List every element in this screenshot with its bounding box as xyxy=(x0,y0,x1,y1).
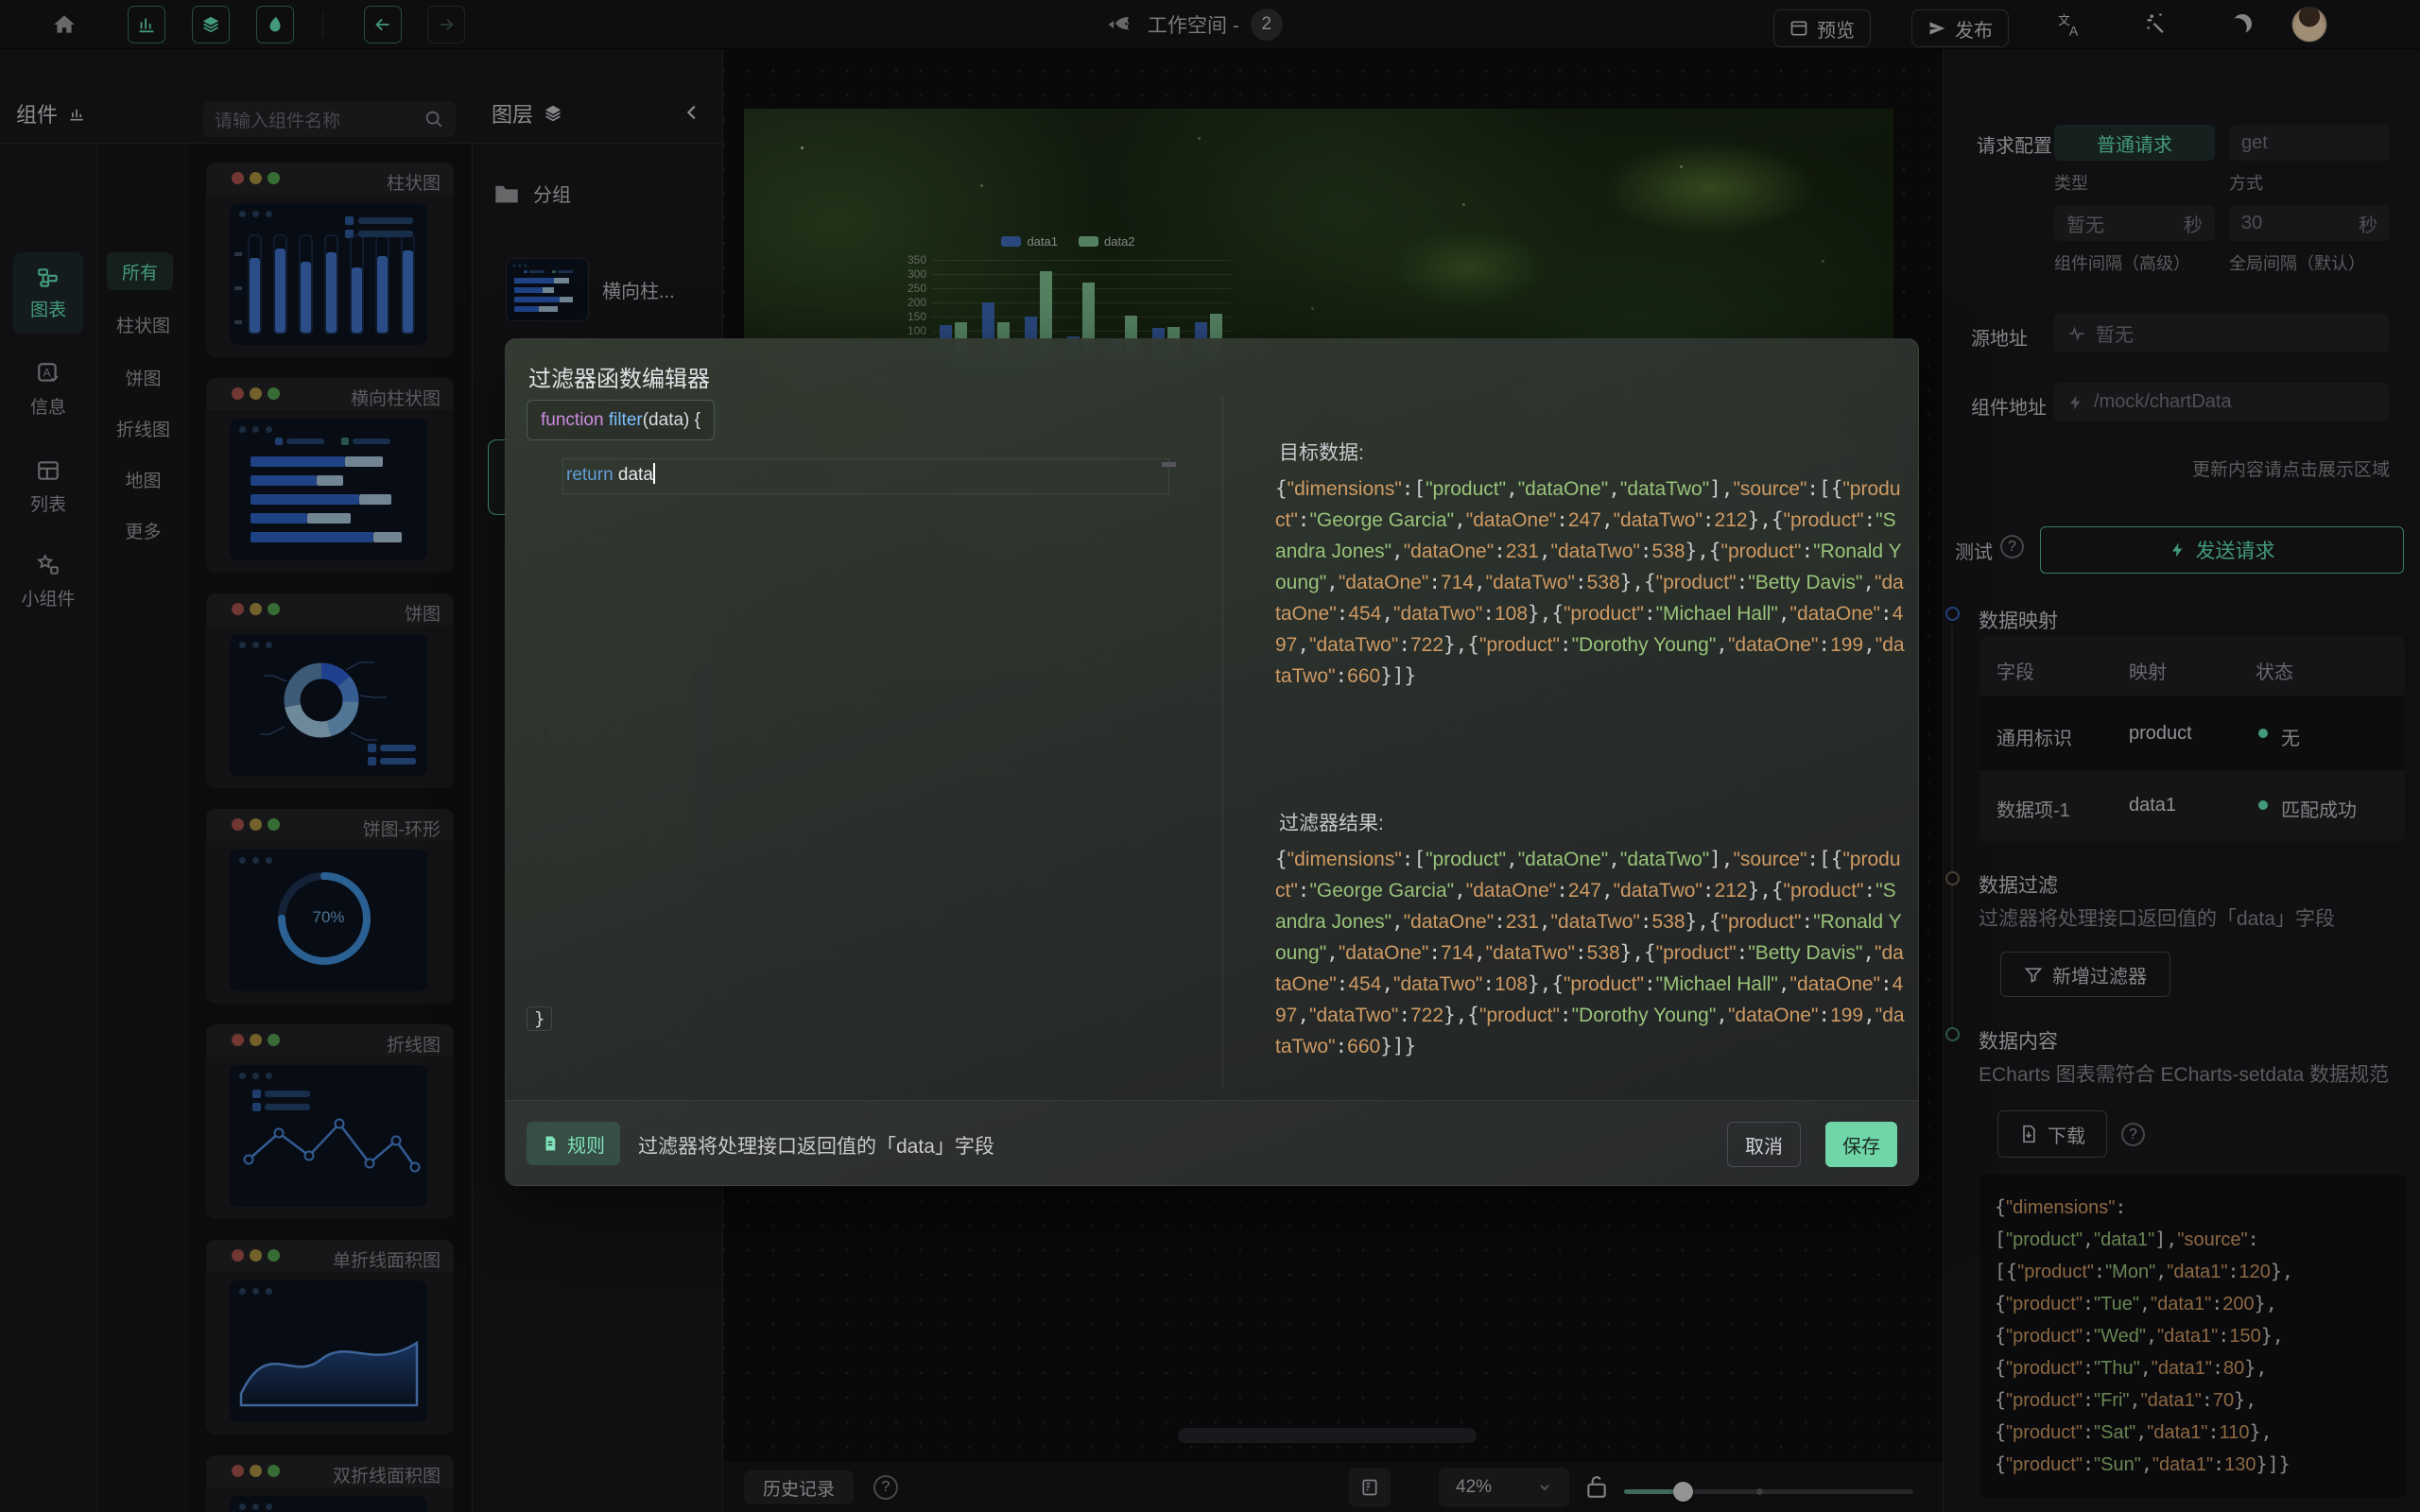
modal-title: 过滤器函数编辑器 xyxy=(528,360,710,393)
rule-description: 过滤器将处理接口返回值的「data」字段 xyxy=(638,1131,994,1160)
filter-result-json[interactable]: {"dimensions":["product","dataOne","data… xyxy=(1275,844,1907,1091)
filter-result-label: 过滤器结果: xyxy=(1279,808,1384,836)
closing-brace: } xyxy=(527,1006,552,1031)
filter-editor-modal: 过滤器函数编辑器 function filter(data) { return … xyxy=(505,338,1919,1186)
save-button[interactable]: 保存 xyxy=(1825,1122,1897,1167)
function-signature: function filter(data) { xyxy=(527,400,715,440)
modal-divider xyxy=(1222,396,1223,1088)
text-caret xyxy=(653,463,655,484)
target-data-label: 目标数据: xyxy=(1279,438,1364,466)
cancel-button[interactable]: 取消 xyxy=(1727,1122,1801,1167)
rule-badge: 规则 xyxy=(527,1122,620,1165)
code-editor[interactable]: return data xyxy=(566,463,655,486)
rule-doc-icon xyxy=(542,1134,559,1153)
editor-scrollbar-thumb[interactable] xyxy=(1162,462,1176,467)
target-data-json[interactable]: {"dimensions":["product","dataOne","data… xyxy=(1275,473,1907,727)
app-root: 工作空间 - 2 预览 发布 文A 组件 请输入组件名称 xyxy=(0,0,2420,1512)
modal-footer: 规则 过滤器将处理接口返回值的「data」字段 取消 保存 xyxy=(506,1100,1918,1185)
